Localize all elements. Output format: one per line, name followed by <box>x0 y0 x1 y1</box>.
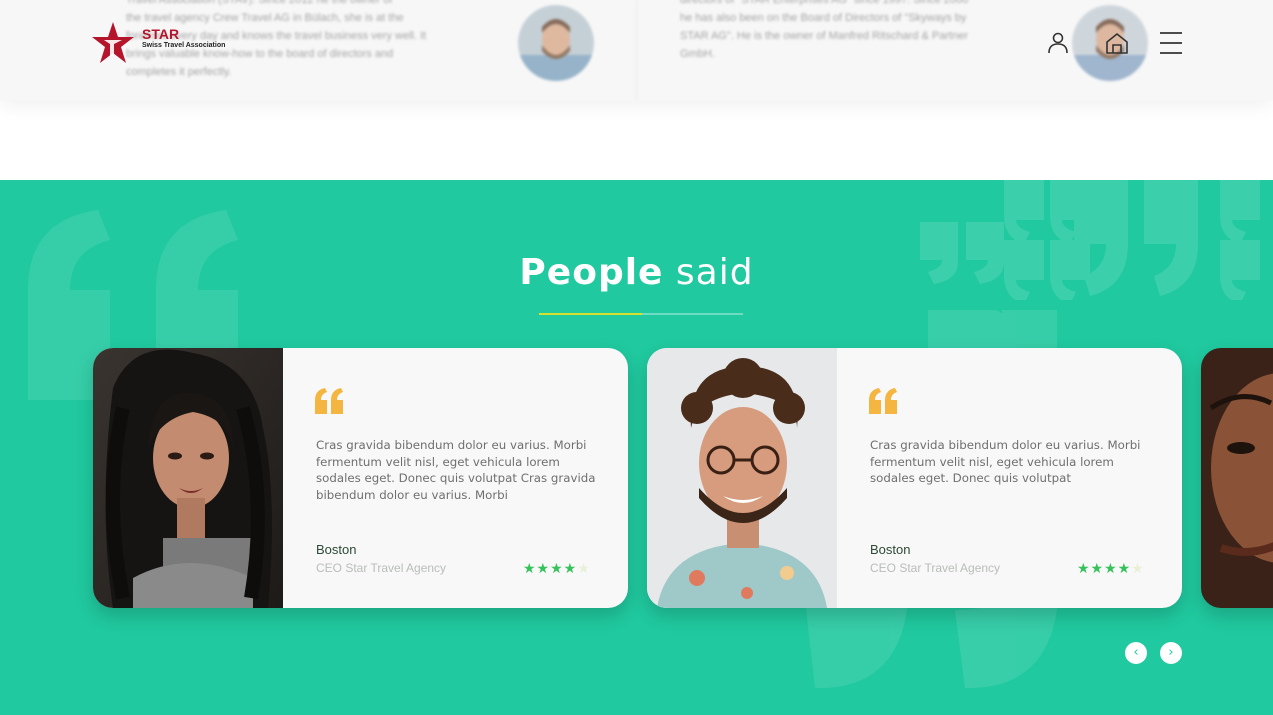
menu-icon[interactable] <box>1158 30 1184 56</box>
star-logo[interactable]: STAR Swiss Travel Association <box>90 18 240 66</box>
user-icon[interactable] <box>1045 30 1071 56</box>
page: Travel Association (STAV). Since 2012 he… <box>0 0 1273 715</box>
blurred-line: he has also been on the Board of Directo… <box>680 12 967 24</box>
testimonial-photo-woman <box>93 348 283 608</box>
testimonial-card: Cras gravida bibendum dolor eu varius. M… <box>93 348 628 608</box>
title-bold: People <box>519 252 664 293</box>
carousel-prev-button[interactable]: ‹ <box>1125 642 1147 664</box>
testimonial-card-partial <box>1201 348 1273 608</box>
blurred-line: GmbH. <box>680 48 715 60</box>
testimonial-photo-partial <box>1201 348 1273 608</box>
section-title: People said <box>0 252 1273 293</box>
logo-title: STAR <box>142 26 180 42</box>
title-underline <box>539 313 743 315</box>
testimonial-name: Boston <box>870 542 911 557</box>
testimonial-photo-man <box>647 348 837 608</box>
quote-icon <box>869 388 897 414</box>
testimonial-name: Boston <box>316 542 357 557</box>
testimonial-role: CEO Star Travel Agency <box>870 561 1001 575</box>
rating-stars: ★★★★★ <box>1077 561 1145 577</box>
rating-stars: ★★★★★ <box>523 561 591 577</box>
blurred-line: STAR AG". He is the owner of Manfred Rit… <box>680 30 968 42</box>
testimonials-section: People said Cras gravida bibendum dolor … <box>0 180 1273 715</box>
blurred-line: directors of "STAR Enterprises AG" since… <box>680 0 969 6</box>
star-icon: ★★★★ <box>523 561 578 577</box>
blurred-bio-right: directors of "STAR Enterprises AG" since… <box>680 0 1020 63</box>
site-header: Travel Association (STAV). Since 2012 he… <box>0 0 1273 100</box>
blurred-avatar <box>518 5 594 81</box>
logo-subtitle: Swiss Travel Association <box>142 42 226 49</box>
quote-icon <box>315 388 343 414</box>
home-icon[interactable] <box>1104 30 1130 56</box>
testimonial-card: Cras gravida bibendum dolor eu varius. M… <box>647 348 1182 608</box>
star-logo-icon <box>92 22 134 63</box>
blurred-line: Travel Association (STAV). Since 2012 he… <box>126 0 393 6</box>
star-empty-icon: ★ <box>1131 561 1145 577</box>
star-icon: ★★★★ <box>1077 561 1132 577</box>
title-underline-accent <box>539 313 642 315</box>
testimonial-role: CEO Star Travel Agency <box>316 561 447 575</box>
blurred-divider <box>636 0 637 100</box>
star-empty-icon: ★ <box>577 561 591 577</box>
carousel-next-button[interactable]: › <box>1160 642 1182 664</box>
testimonial-text: Cras gravida bibendum dolor eu varius. M… <box>316 438 596 502</box>
testimonial-text: Cras gravida bibendum dolor eu varius. M… <box>870 438 1141 485</box>
title-light: said <box>675 252 754 293</box>
